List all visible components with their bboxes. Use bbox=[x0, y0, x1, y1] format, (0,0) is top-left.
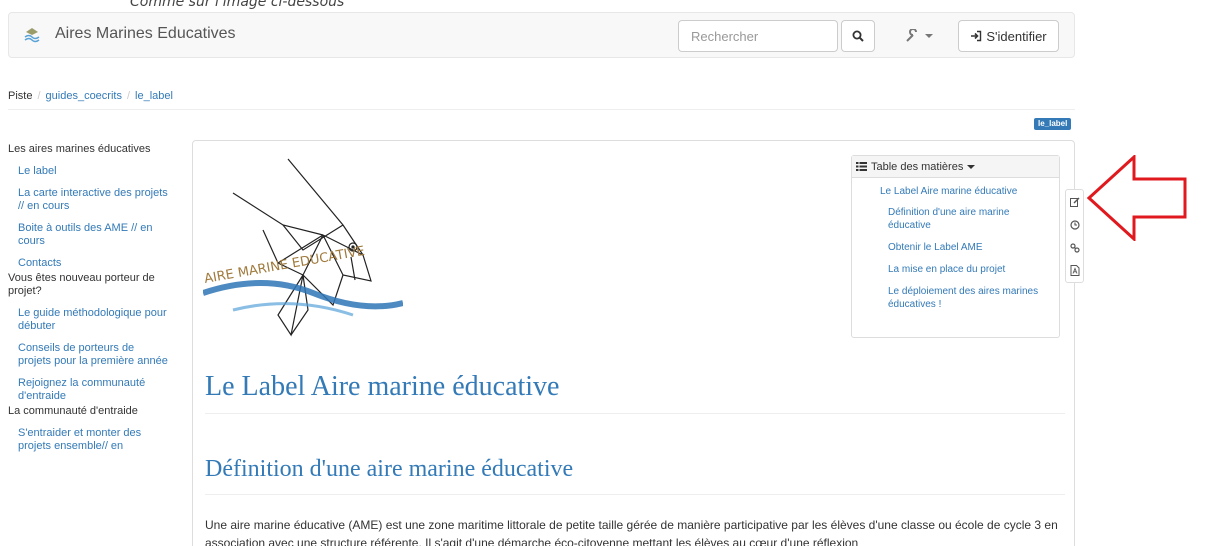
main-content: AIRE MARINE EDUCATIVE Table des matières… bbox=[192, 140, 1075, 546]
section-divider bbox=[205, 494, 1065, 495]
sidebar-item[interactable]: Rejoignez la communauté d'entraide bbox=[8, 377, 168, 403]
sidebar: Les aires marines éducatives Le label La… bbox=[8, 143, 168, 453]
search-icon bbox=[852, 30, 864, 42]
toc-item[interactable]: Le Label Aire marine éducative bbox=[852, 185, 1059, 198]
export-pdf-button[interactable] bbox=[1066, 259, 1083, 282]
sidebar-item[interactable]: Le guide méthodologique pour débuter bbox=[8, 307, 168, 333]
login-label: S'identifier bbox=[986, 28, 1047, 44]
sidebar-item[interactable]: S'entraider et monter des projets ensemb… bbox=[8, 427, 168, 453]
site-brand[interactable]: Aires Marines Educatives bbox=[23, 25, 236, 43]
aire-marine-educative-logo: AIRE MARINE EDUCATIVE bbox=[203, 158, 403, 337]
toc-title: Table des matières bbox=[871, 160, 964, 173]
toc-item[interactable]: Définition d'une aire marine éducative bbox=[852, 206, 1059, 232]
red-arrow-annotation bbox=[1087, 155, 1187, 241]
pdf-icon bbox=[1070, 265, 1079, 276]
search-button[interactable] bbox=[841, 20, 875, 52]
edit-button[interactable] bbox=[1066, 190, 1083, 213]
breadcrumb: Piste / guides_coecrits / le_label bbox=[8, 90, 173, 102]
wrench-icon bbox=[906, 29, 917, 42]
sidebar-item[interactable]: Contacts bbox=[8, 257, 168, 270]
permalink-button[interactable] bbox=[1066, 236, 1083, 259]
sidebar-item[interactable]: La carte interactive des projets // en c… bbox=[8, 187, 168, 213]
content-paragraph: Une aire marine éducative (AME) est une … bbox=[205, 518, 1058, 546]
link-icon bbox=[1069, 242, 1080, 253]
breadcrumb-divider bbox=[8, 109, 1075, 110]
history-button[interactable] bbox=[1066, 213, 1083, 236]
title-divider bbox=[205, 413, 1065, 414]
caption-text: Comme sur l'image ci-dessous bbox=[130, 0, 345, 10]
tools-dropdown-button[interactable] bbox=[905, 25, 945, 47]
history-icon bbox=[1069, 219, 1080, 230]
sign-in-icon bbox=[971, 30, 982, 42]
sidebar-section-title: La communauté d'entraide bbox=[8, 405, 138, 417]
toc-toggle[interactable]: Table des matières bbox=[852, 156, 1059, 178]
toc-item[interactable]: La mise en place du projet bbox=[852, 263, 1059, 276]
page-title: Le Label Aire marine éducative bbox=[205, 371, 560, 402]
sidebar-section-title: Vous êtes nouveau porteur de projet? bbox=[8, 272, 155, 297]
breadcrumb-item[interactable]: guides_coecrits bbox=[46, 90, 122, 102]
breadcrumb-item[interactable]: le_label bbox=[135, 90, 173, 102]
site-title: Aires Marines Educatives bbox=[55, 25, 236, 42]
sidebar-item[interactable]: Boite à outils des AME // en cours bbox=[8, 222, 168, 248]
login-button[interactable]: S'identifier bbox=[958, 20, 1059, 52]
toc-item[interactable]: Le déploiement des aires marines éducati… bbox=[852, 285, 1059, 311]
chevron-down-icon bbox=[925, 34, 933, 38]
site-logo-icon bbox=[24, 28, 40, 43]
section-title: Définition d'une aire marine éducative bbox=[205, 456, 574, 482]
search-input[interactable] bbox=[678, 20, 838, 52]
sidebar-section-title: Les aires marines éducatives bbox=[8, 143, 151, 155]
sidebar-item[interactable]: Le label bbox=[8, 165, 168, 178]
navbar: Aires Marines Educatives S'identifier bbox=[8, 12, 1075, 58]
breadcrumb-item[interactable]: Piste bbox=[8, 90, 32, 102]
toc-item[interactable]: Obtenir le Label AME bbox=[852, 241, 1059, 254]
list-icon bbox=[856, 162, 867, 171]
page-tools bbox=[1065, 189, 1084, 283]
sidebar-item[interactable]: Conseils de porteurs de projets pour la … bbox=[8, 342, 168, 368]
table-of-contents: Table des matières Le Label Aire marine … bbox=[851, 155, 1060, 338]
tag-badge[interactable]: le_label bbox=[1034, 118, 1072, 130]
edit-icon bbox=[1069, 197, 1079, 207]
chevron-down-icon bbox=[967, 164, 976, 169]
